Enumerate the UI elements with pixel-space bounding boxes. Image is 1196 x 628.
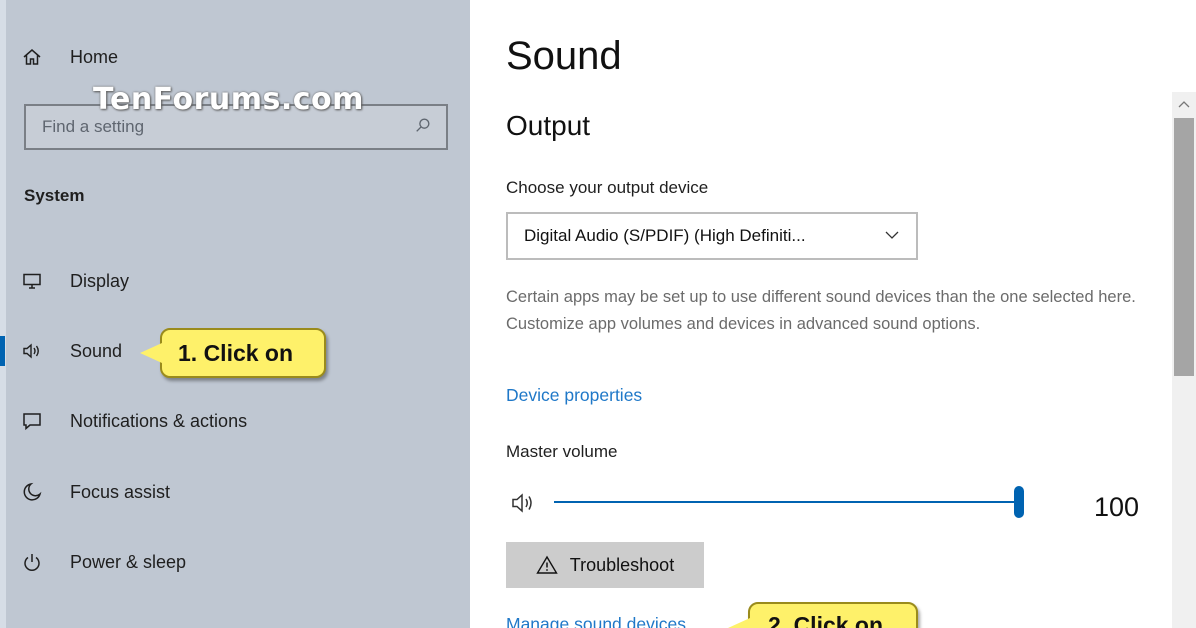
chevron-down-icon [884, 226, 900, 246]
section-heading: System [24, 186, 85, 205]
sidebar-item-label: Sound [70, 340, 123, 361]
moon-icon [22, 481, 50, 503]
scrollbar-thumb[interactable] [1174, 118, 1194, 376]
output-device-value: Digital Audio (S/PDIF) (High Definiti... [524, 226, 806, 245]
sidebar-edge [0, 0, 6, 628]
selected-indicator [0, 336, 5, 366]
troubleshoot-label: Troubleshoot [569, 554, 675, 575]
scrollbar[interactable] [1172, 92, 1196, 628]
output-description: Certain apps may be set up to use differ… [506, 288, 1136, 333]
callout-text: 2. Click on [768, 612, 884, 628]
callout-step-2: 2. Click on [728, 602, 918, 628]
sidebar-item-label: Home [70, 46, 119, 67]
sidebar-item-sound[interactable]: Sound [22, 340, 122, 362]
master-volume-control [506, 482, 1146, 522]
output-device-label: Choose your output device [506, 178, 709, 197]
sidebar-item-notifications[interactable]: Notifications & actions [22, 410, 247, 432]
sidebar-item-label: Focus assist [70, 481, 171, 502]
output-device-dropdown[interactable]: Digital Audio (S/PDIF) (High Definiti... [506, 212, 918, 260]
warning-icon [536, 555, 558, 575]
manage-sound-devices-link[interactable]: Manage sound devices [506, 614, 686, 628]
home-icon [22, 46, 50, 68]
volume-slider[interactable] [554, 486, 1024, 518]
sidebar-item-label: Display [70, 270, 130, 291]
sidebar-item-display[interactable]: Display [22, 270, 129, 292]
main-panel: Sound Output Choose your output device D… [470, 0, 1196, 628]
speaker-icon [22, 340, 50, 362]
sidebar: Home Find a setting TenForums.com System… [0, 0, 470, 628]
search-icon[interactable] [414, 116, 432, 139]
sidebar-item-power-sleep[interactable]: Power & sleep [22, 551, 186, 573]
master-volume-label: Master volume [506, 442, 618, 461]
sidebar-item-home[interactable]: Home [22, 46, 118, 68]
sidebar-item-label: Notifications & actions [70, 410, 248, 431]
callout-step-1: 1. Click on [140, 328, 326, 378]
callout-tail [140, 343, 162, 363]
volume-slider-fill [554, 501, 1019, 503]
volume-slider-thumb[interactable] [1014, 486, 1024, 518]
device-properties-link[interactable]: Device properties [506, 385, 642, 406]
sidebar-item-focus-assist[interactable]: Focus assist [22, 481, 170, 503]
troubleshoot-button[interactable]: Troubleshoot [506, 542, 704, 588]
volume-speaker-icon[interactable] [510, 490, 544, 521]
callout-text: 1. Click on [178, 340, 294, 366]
power-icon [22, 551, 50, 573]
output-heading: Output [506, 110, 591, 141]
notifications-icon [22, 410, 50, 432]
page-title: Sound [506, 34, 622, 78]
sidebar-item-label: Power & sleep [70, 551, 187, 572]
volume-value: 100 [1094, 492, 1140, 522]
watermark: TenForums.com [93, 82, 364, 117]
search-placeholder: Find a setting [42, 117, 145, 136]
scroll-up-icon[interactable] [1177, 96, 1191, 114]
callout-tail [728, 618, 750, 628]
display-icon [22, 270, 50, 292]
